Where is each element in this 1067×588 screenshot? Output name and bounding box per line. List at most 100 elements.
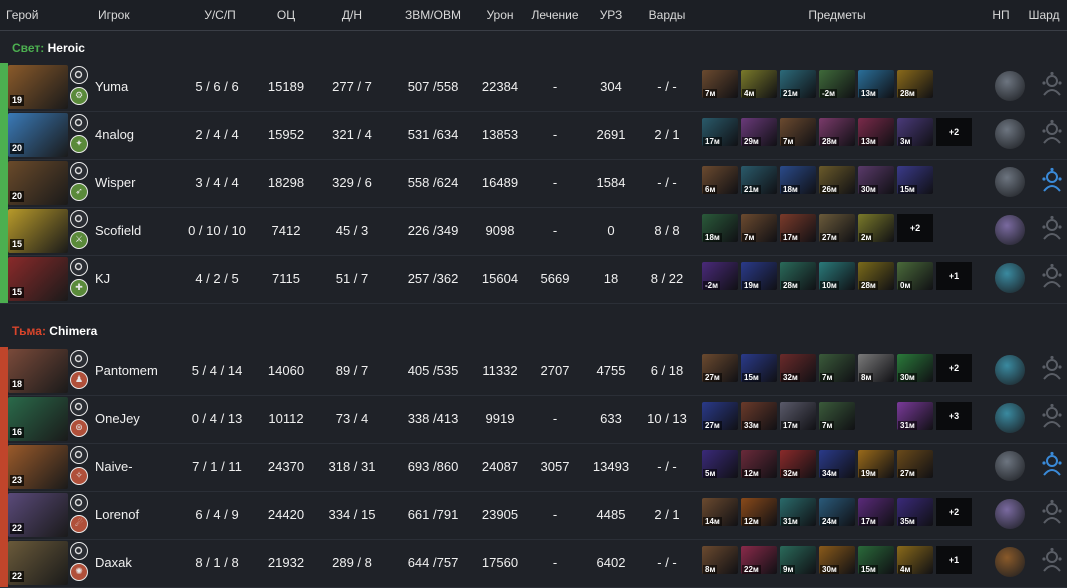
player-name[interactable]: 4nalog bbox=[95, 127, 134, 142]
col-hero[interactable]: Герой bbox=[6, 8, 38, 22]
neutral-item-icon[interactable] bbox=[995, 167, 1025, 197]
item-slot[interactable]: 15м bbox=[741, 354, 777, 382]
facet-variant-icon[interactable]: ✚ bbox=[70, 279, 88, 297]
col-damage[interactable]: Урон bbox=[486, 8, 513, 22]
extra-items-badge[interactable]: +2 bbox=[936, 118, 972, 146]
item-slot[interactable]: 29м bbox=[741, 118, 777, 146]
item-slot[interactable]: 18м bbox=[702, 214, 738, 242]
extra-items-badge[interactable]: +2 bbox=[936, 354, 972, 382]
facet-variant-icon[interactable]: ♟ bbox=[70, 371, 88, 389]
extra-items-badge[interactable]: +2 bbox=[936, 498, 972, 526]
facet-icon[interactable] bbox=[70, 398, 88, 416]
item-slot[interactable]: 19м bbox=[858, 450, 894, 478]
item-slot[interactable]: 18м bbox=[780, 166, 816, 194]
player-row[interactable]: 15 ⚔ Scofield 0 / 10 / 10 7412 45 / 3 226 /349… bbox=[0, 207, 1067, 255]
item-slot[interactable]: 32м bbox=[780, 450, 816, 478]
item-slot[interactable]: 10м bbox=[819, 262, 855, 290]
item-slot[interactable]: 27м bbox=[819, 214, 855, 242]
item-slot[interactable]: 30м bbox=[897, 354, 933, 382]
facet-variant-icon[interactable]: ⚔ bbox=[70, 231, 88, 249]
item-slot[interactable]: 13м bbox=[858, 70, 894, 98]
extra-items-badge[interactable]: +3 bbox=[936, 402, 972, 430]
player-row[interactable]: 16 ⊛ OneJey 0 / 4 / 13 10112 73 / 4 338 /413 99… bbox=[0, 395, 1067, 443]
item-slot[interactable]: 27м bbox=[702, 402, 738, 430]
item-slot[interactable]: 17м bbox=[780, 402, 816, 430]
item-slot[interactable]: 9м bbox=[780, 546, 816, 574]
item-slot[interactable]: 28м bbox=[780, 262, 816, 290]
item-slot[interactable]: 24м bbox=[819, 498, 855, 526]
player-name[interactable]: Daxak bbox=[95, 555, 132, 570]
neutral-item-icon[interactable] bbox=[995, 355, 1025, 385]
item-slot[interactable]: 28м bbox=[819, 118, 855, 146]
item-slot[interactable]: 14м bbox=[702, 498, 738, 526]
player-row[interactable]: 15 ✚ KJ 4 / 2 / 5 7115 51 / 7 257 /362 15604 566… bbox=[0, 255, 1067, 303]
item-slot[interactable]: 12м bbox=[741, 498, 777, 526]
facet-variant-icon[interactable]: ✺ bbox=[70, 563, 88, 581]
player-name[interactable]: Pantomem bbox=[95, 363, 158, 378]
facet-variant-icon[interactable]: ☄ bbox=[70, 515, 88, 533]
item-slot[interactable]: 17м bbox=[702, 118, 738, 146]
item-slot[interactable]: 31м bbox=[897, 402, 933, 430]
item-slot[interactable]: 13м bbox=[858, 118, 894, 146]
player-name[interactable]: Lorenof bbox=[95, 507, 139, 522]
item-slot[interactable]: 19м bbox=[741, 262, 777, 290]
facet-variant-icon[interactable]: ⊛ bbox=[70, 419, 88, 437]
item-slot[interactable]: 7м bbox=[702, 70, 738, 98]
item-slot[interactable]: 30м bbox=[819, 546, 855, 574]
col-tower[interactable]: УРЗ bbox=[600, 8, 623, 22]
neutral-item-icon[interactable] bbox=[995, 499, 1025, 529]
item-slot[interactable]: 4м bbox=[741, 70, 777, 98]
extra-items-badge[interactable]: +1 bbox=[936, 546, 972, 574]
item-slot[interactable]: 31м bbox=[780, 498, 816, 526]
facet-variant-icon[interactable]: ✧ bbox=[70, 467, 88, 485]
player-name[interactable]: Wisper bbox=[95, 175, 135, 190]
col-heal[interactable]: Лечение bbox=[531, 8, 578, 22]
facet-variant-icon[interactable]: ✦ bbox=[70, 135, 88, 153]
facet-variant-icon[interactable]: ⚙ bbox=[70, 87, 88, 105]
player-row[interactable]: 23 ✧ Naive- 7 / 1 / 11 24370 318 / 31 693 /860… bbox=[0, 443, 1067, 491]
facet-icon[interactable] bbox=[70, 162, 88, 180]
item-slot[interactable]: 6м bbox=[702, 166, 738, 194]
player-name[interactable]: KJ bbox=[95, 271, 110, 286]
item-slot[interactable]: 22м bbox=[741, 546, 777, 574]
item-slot[interactable]: 2м bbox=[858, 214, 894, 242]
item-slot[interactable]: 34м bbox=[819, 450, 855, 478]
item-slot[interactable]: 33м bbox=[741, 402, 777, 430]
facet-icon[interactable] bbox=[70, 258, 88, 276]
item-slot[interactable]: 4м bbox=[897, 546, 933, 574]
player-row[interactable]: 20 ➶ Wisper 3 / 4 / 4 18298 329 / 6 558 /624 16… bbox=[0, 159, 1067, 207]
col-gpm-xpm[interactable]: ЗВМ/ОВМ bbox=[405, 8, 461, 22]
item-slot[interactable]: 8м bbox=[858, 354, 894, 382]
col-networth[interactable]: ОЦ bbox=[277, 8, 295, 22]
item-slot[interactable]: 26м bbox=[819, 166, 855, 194]
col-wards[interactable]: Варды bbox=[649, 8, 686, 22]
item-slot[interactable]: 7м bbox=[780, 118, 816, 146]
item-slot[interactable]: 32м bbox=[780, 354, 816, 382]
col-player[interactable]: Игрок bbox=[98, 8, 130, 22]
neutral-item-icon[interactable] bbox=[995, 451, 1025, 481]
item-slot[interactable]: 7м bbox=[741, 214, 777, 242]
item-slot[interactable]: 28м bbox=[858, 262, 894, 290]
neutral-item-icon[interactable] bbox=[995, 119, 1025, 149]
facet-icon[interactable] bbox=[70, 494, 88, 512]
item-slot[interactable] bbox=[858, 402, 894, 430]
item-slot[interactable]: 27м bbox=[702, 354, 738, 382]
item-slot[interactable]: 30м bbox=[858, 166, 894, 194]
player-row[interactable]: 19 ⚙ Yuma 5 / 6 / 6 15189 277 / 7 507 /558 2238… bbox=[0, 63, 1067, 111]
item-slot[interactable]: 0м bbox=[897, 262, 933, 290]
item-slot[interactable]: 21м bbox=[741, 166, 777, 194]
facet-icon[interactable] bbox=[70, 350, 88, 368]
item-slot[interactable]: 27м bbox=[897, 450, 933, 478]
neutral-item-icon[interactable] bbox=[995, 547, 1025, 577]
item-slot[interactable]: 35м bbox=[897, 498, 933, 526]
facet-icon[interactable] bbox=[70, 542, 88, 560]
extra-items-badge[interactable]: +1 bbox=[936, 262, 972, 290]
player-row[interactable]: 22 ✺ Daxak 8 / 1 / 8 21932 289 / 8 644 /757 175… bbox=[0, 539, 1067, 587]
item-slot[interactable]: 17м bbox=[858, 498, 894, 526]
col-kda[interactable]: У/С/П bbox=[204, 8, 236, 22]
item-slot[interactable]: 15м bbox=[897, 166, 933, 194]
col-lh-dn[interactable]: Д/Н bbox=[342, 8, 362, 22]
item-slot[interactable]: 3м bbox=[897, 118, 933, 146]
facet-icon[interactable] bbox=[70, 446, 88, 464]
neutral-item-icon[interactable] bbox=[995, 215, 1025, 245]
